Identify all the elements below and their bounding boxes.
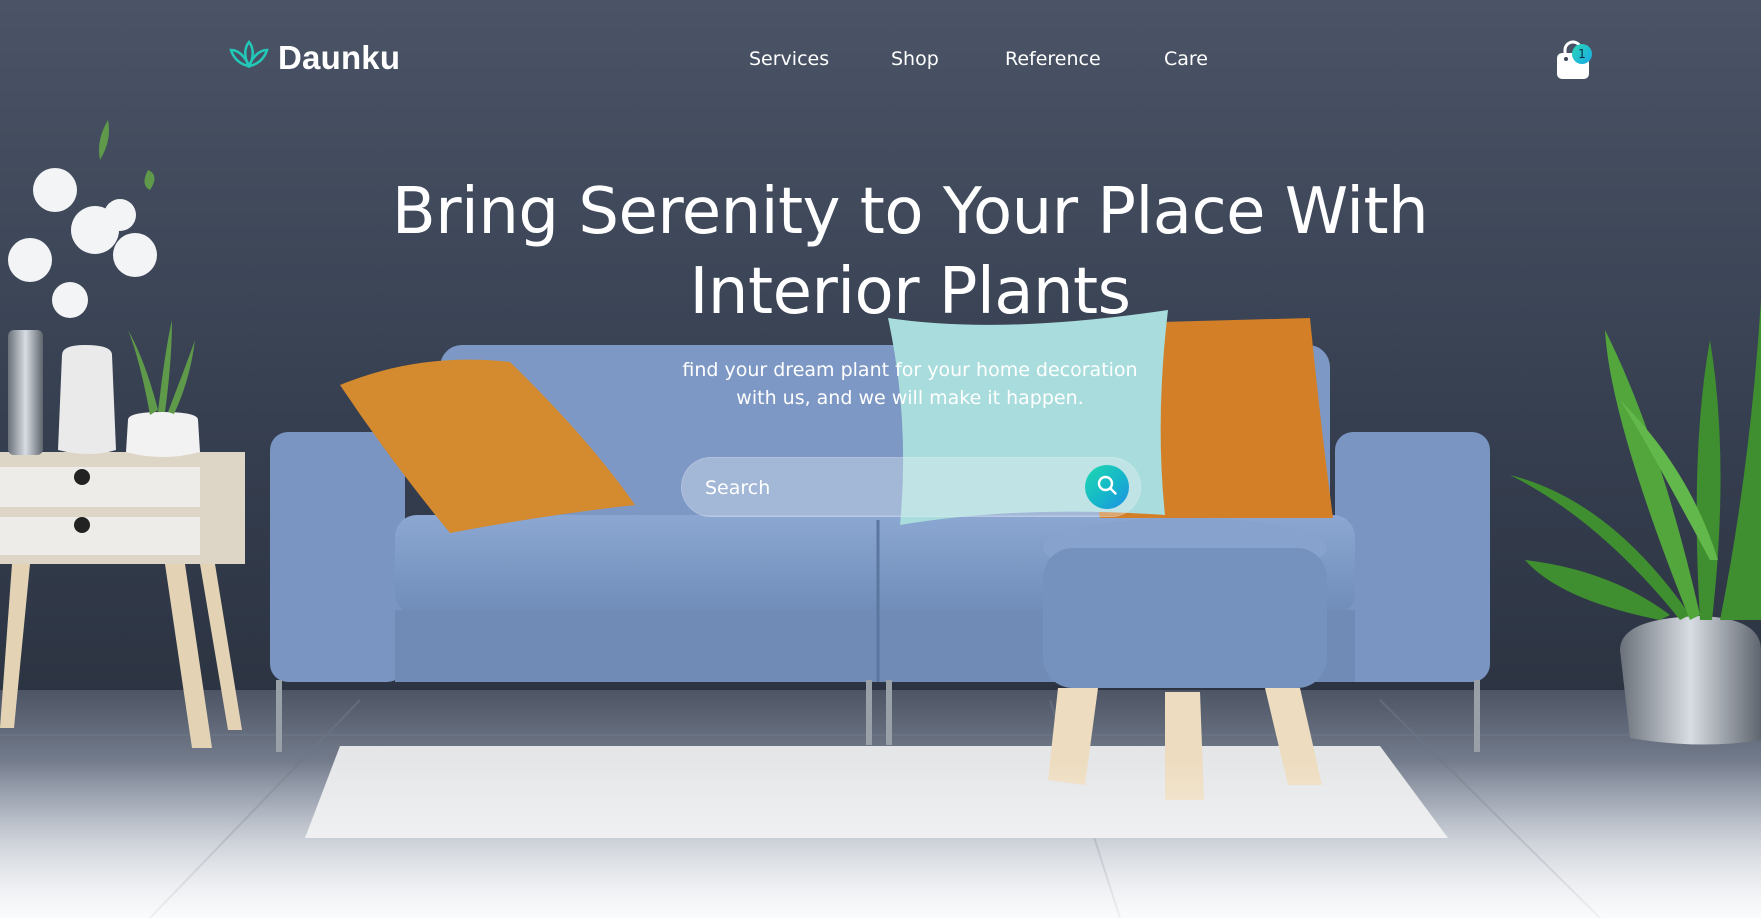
hero-title-line-2: Interior Plants xyxy=(689,255,1131,329)
bottom-fade-overlay xyxy=(0,760,1761,918)
lotus-icon xyxy=(228,38,270,77)
hero-subtitle: find your dream plant for your home deco… xyxy=(0,356,1761,412)
brand-logo[interactable]: Daunku xyxy=(228,38,400,77)
search-input[interactable] xyxy=(703,457,1067,519)
nav-link-shop[interactable]: Shop xyxy=(891,48,939,70)
search-icon xyxy=(1096,474,1118,501)
search-button[interactable] xyxy=(1085,465,1129,509)
brand-name: Daunku xyxy=(278,38,401,76)
hero-subtitle-line-2: with us, and we will make it happen. xyxy=(736,387,1084,409)
shopping-bag-icon xyxy=(1553,40,1593,84)
cart-count-badge: 1 xyxy=(1572,44,1592,64)
nav-link-services[interactable]: Services xyxy=(749,48,829,70)
nav-link-care[interactable]: Care xyxy=(1164,48,1208,70)
top-navigation: Daunku Services Shop Reference Care 1 xyxy=(0,0,1761,120)
nav-link-reference[interactable]: Reference xyxy=(1005,48,1101,70)
hero-title: Bring Serenity to Your Place With Interi… xyxy=(0,172,1761,332)
hero-section: Daunku Services Shop Reference Care 1 Br… xyxy=(0,0,1761,918)
hero-subtitle-line-1: find your dream plant for your home deco… xyxy=(682,359,1138,381)
search-bar xyxy=(681,457,1141,519)
hero-title-line-1: Bring Serenity to Your Place With xyxy=(391,175,1429,249)
